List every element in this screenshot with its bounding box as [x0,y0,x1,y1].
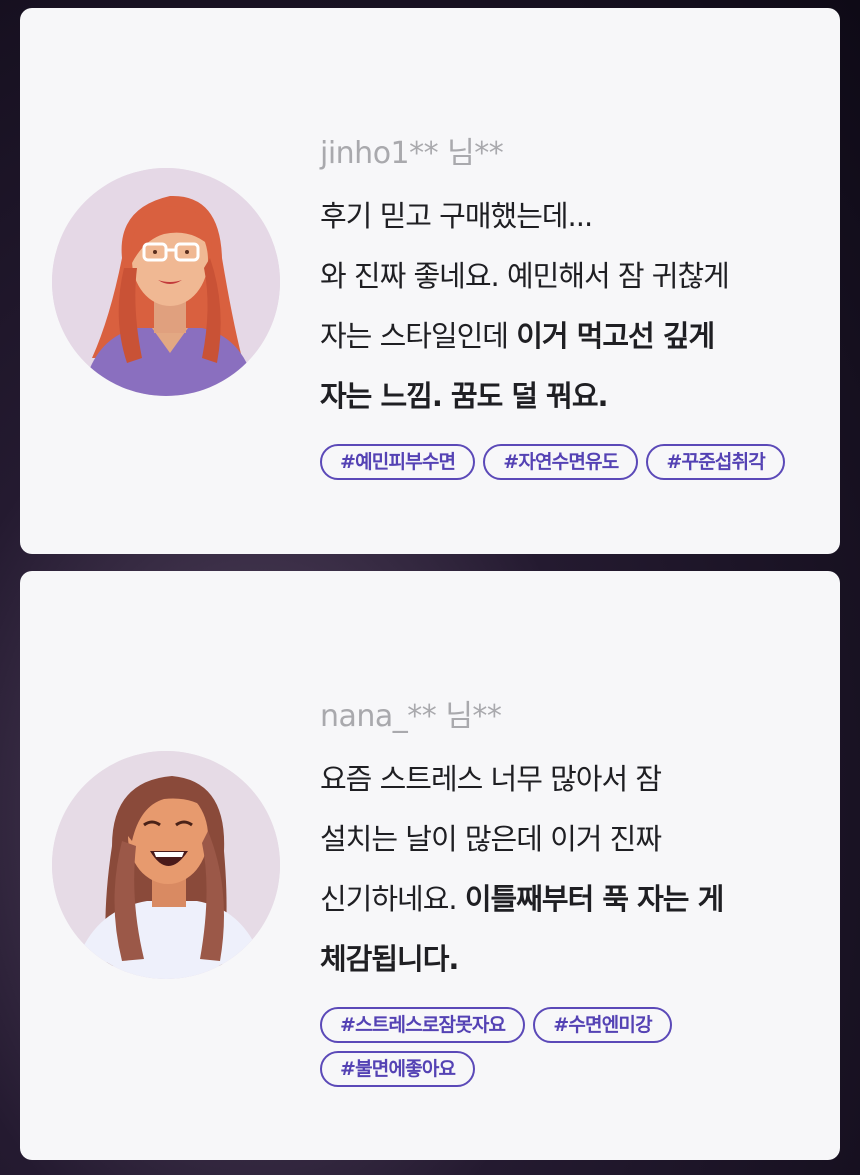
review-line-text: 자는 스타일인데 [320,319,517,353]
review-line-text: 설치는 날이 많은데 이거 진짜 [320,822,662,856]
hashtag-chip[interactable]: #불면에좋아요 [320,1051,476,1087]
reviewer-username: jinho1** 님** [320,136,504,171]
hashtag-chip[interactable]: #스트레스로잠못자요 [320,1007,526,1043]
review-body: jinho1** 님** 후기 믿고 구매했는데... 와 진짜 좋네요. 예민… [320,132,820,480]
reviewer-username: nana_** 님** [320,699,502,734]
hashtag-chip[interactable]: #예민피부수면 [320,444,476,480]
hashtag-chip[interactable]: #꾸준섭취각 [646,444,785,480]
review-line-bold: 체감됩니다. [320,942,459,976]
review-line: 후기 믿고 구매했는데... [320,186,820,246]
review-line: 체감됩니다. [320,929,820,989]
hashtag-chip[interactable]: #자연수면유도 [483,444,639,480]
review-body: nana_** 님** 요즘 스트레스 너무 많아서 잠 설치는 날이 많은데 … [320,695,820,1087]
review-line-text: 요즘 스트레스 너무 많아서 잠 [320,762,662,796]
reviewer-avatar-woman-laughing [52,751,280,979]
hashtag-chip[interactable]: #수면엔미강 [533,1007,672,1043]
reviewer-avatar-woman-glasses [52,168,280,396]
review-line-text: 와 진짜 좋네요. 예민해서 잠 귀찮게 [320,259,730,293]
review-line: 설치는 날이 많은데 이거 진짜 [320,809,820,869]
hashtag-list: #스트레스로잠못자요 #수면엔미강 #불면에좋아요 [320,1007,820,1087]
review-text: 요즘 스트레스 너무 많아서 잠 설치는 날이 많은데 이거 진짜 신기하네요.… [320,749,820,989]
review-line-bold: 이틀째부터 푹 자는 게 [464,882,724,916]
review-card: jinho1** 님** 후기 믿고 구매했는데... 와 진짜 좋네요. 예민… [20,8,840,554]
review-line-text: 신기하네요. [320,882,465,916]
review-text: 후기 믿고 구매했는데... 와 진짜 좋네요. 예민해서 잠 귀찮게 자는 스… [320,186,820,426]
review-line: 신기하네요. 이틀째부터 푹 자는 게 [320,869,820,929]
review-line: 와 진짜 좋네요. 예민해서 잠 귀찮게 [320,246,820,306]
review-line: 자는 스타일인데 이거 먹고선 깊게 [320,306,820,366]
review-line: 자는 느낌. 꿈도 덜 꿔요. [320,366,820,426]
review-line-bold: 자는 느낌. 꿈도 덜 꿔요. [320,379,609,413]
review-line-bold: 이거 먹고선 깊게 [516,319,715,353]
review-line-text: 후기 믿고 구매했는데... [320,199,593,233]
review-line: 요즘 스트레스 너무 많아서 잠 [320,749,820,809]
hashtag-list: #예민피부수면 #자연수면유도 #꾸준섭취각 [320,444,820,480]
review-card: nana_** 님** 요즘 스트레스 너무 많아서 잠 설치는 날이 많은데 … [20,571,840,1160]
